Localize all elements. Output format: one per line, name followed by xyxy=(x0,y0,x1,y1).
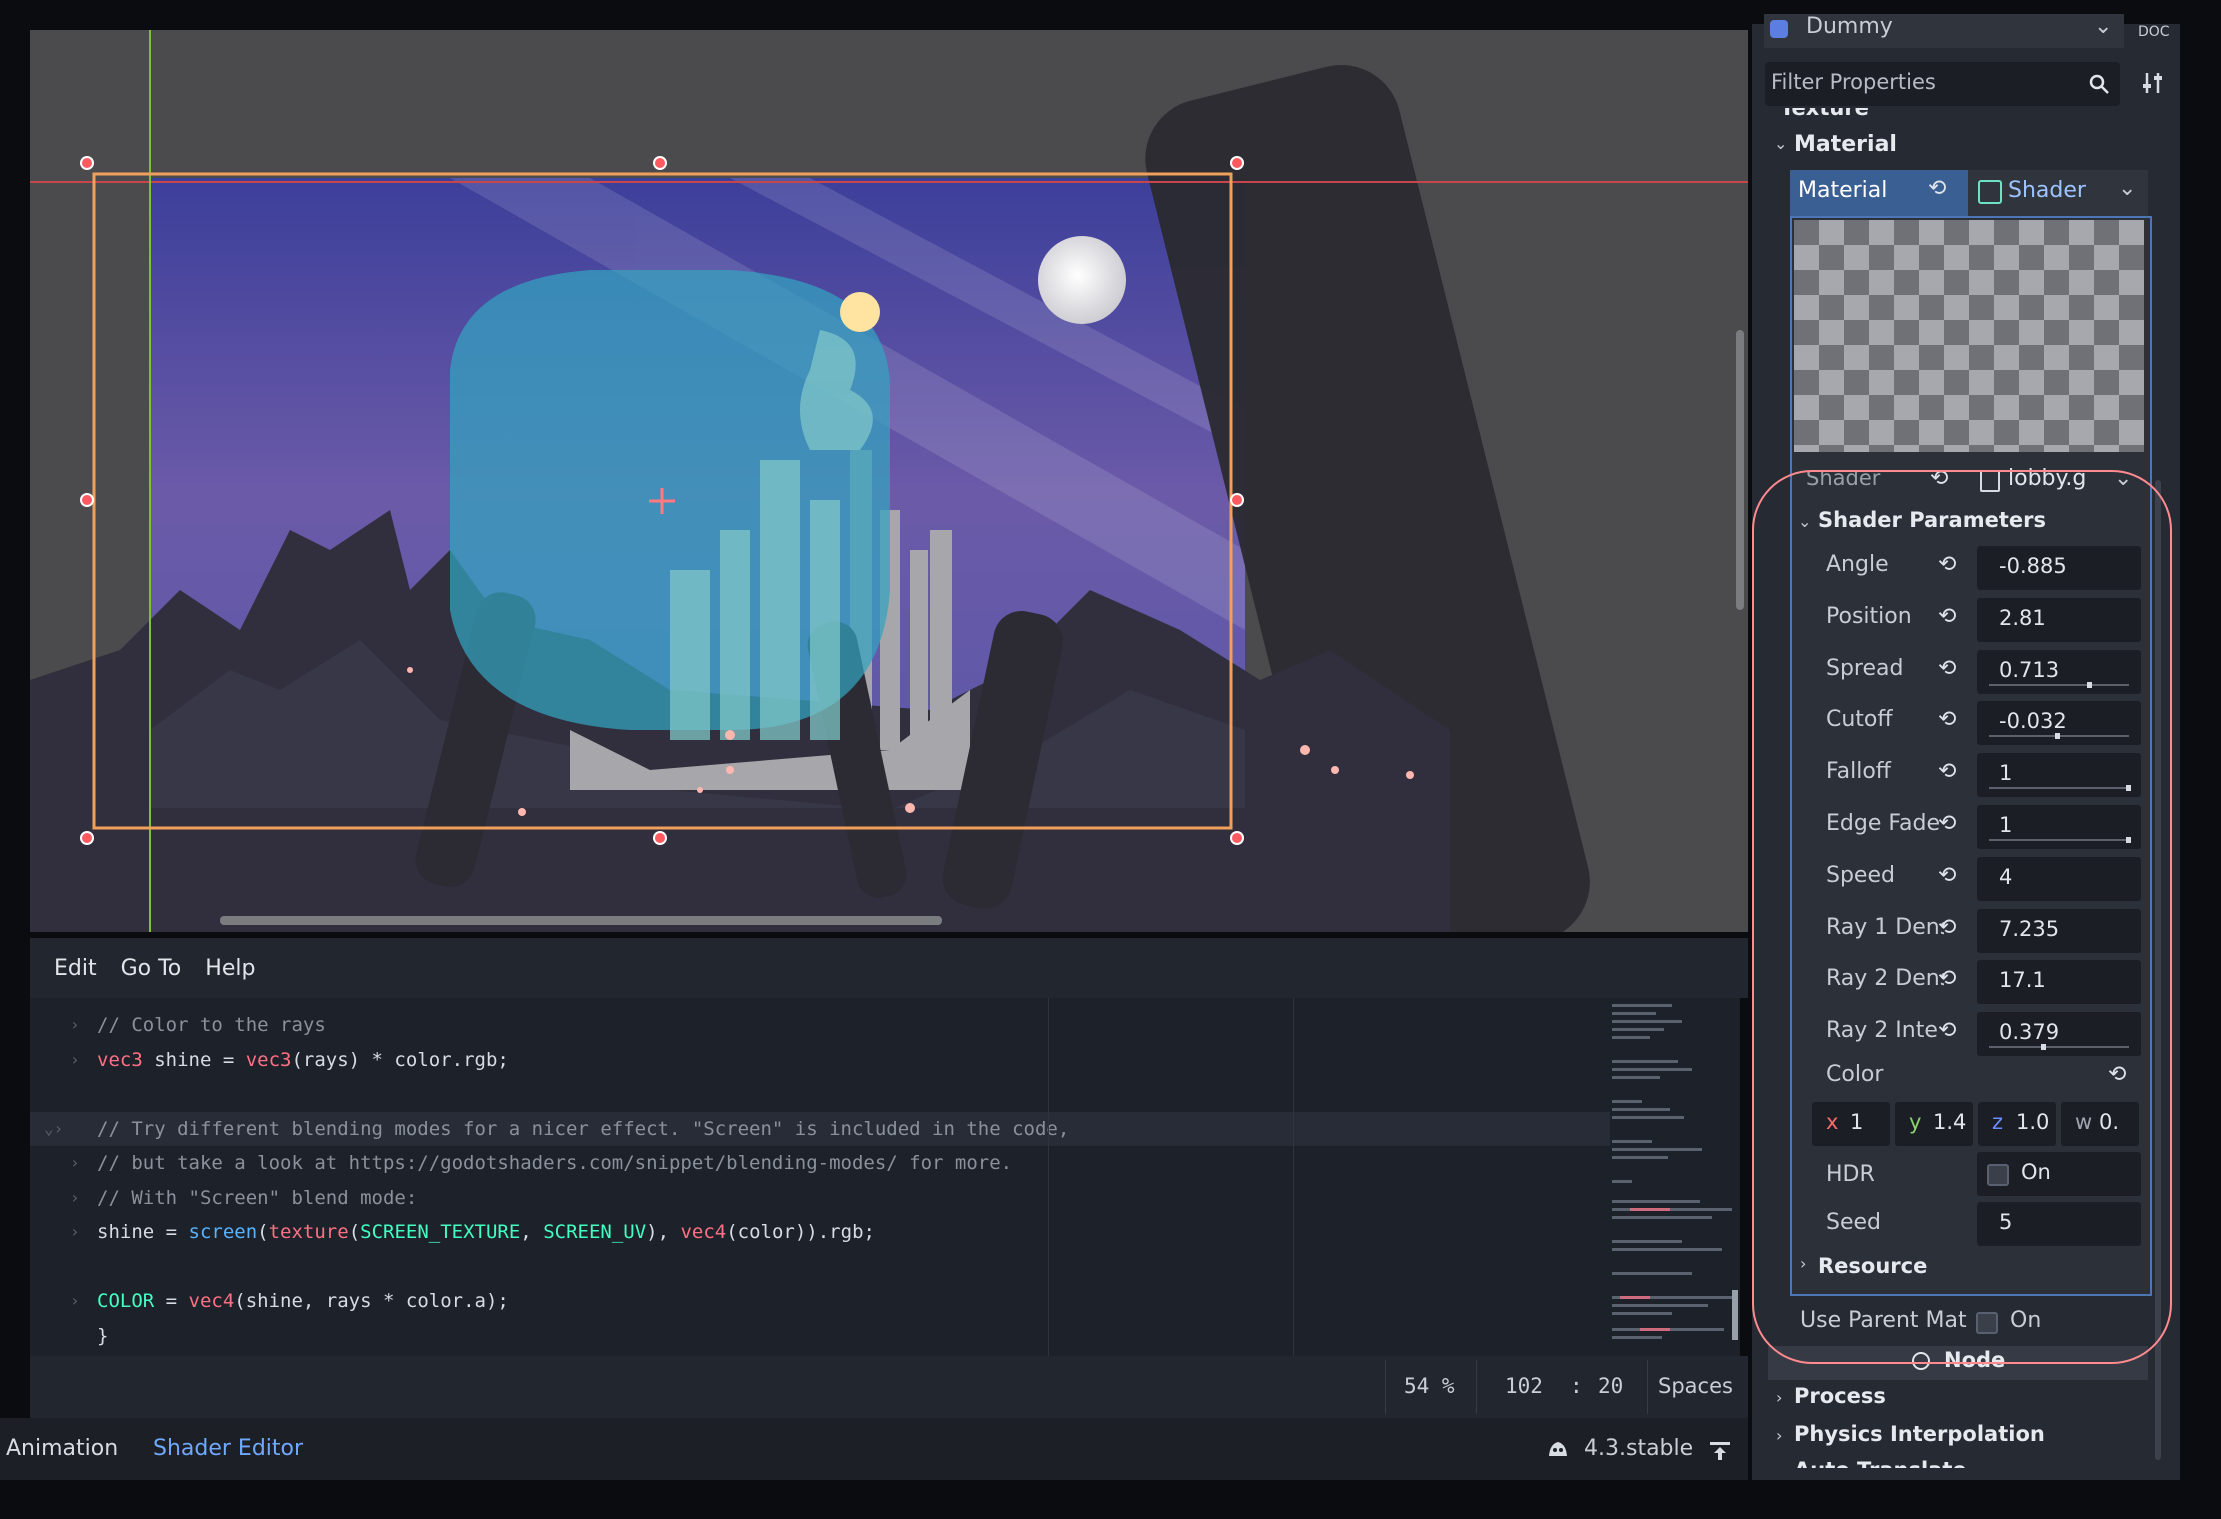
code-token: SCREEN_TEXTURE xyxy=(360,1221,521,1243)
code-line[interactable]: } xyxy=(30,1319,1610,1353)
code-line[interactable]: › COLOR = vec4(shine, rays * color.a); xyxy=(30,1284,1610,1318)
scene-viewport[interactable] xyxy=(30,30,1748,932)
material-expand-icon[interactable]: ⌄ xyxy=(1774,134,1787,153)
code-token: texture xyxy=(268,1221,349,1243)
code-token: } xyxy=(97,1324,109,1347)
tab-marker-icon: › xyxy=(70,1291,80,1310)
material-tab-label: Material xyxy=(1798,178,1888,203)
code-editor[interactable]: ›// Color to the rays › vec3 shine = vec3(… xyxy=(30,998,1740,1356)
code-token: // Try different blending modes for a ni… xyxy=(97,1117,1070,1140)
collapse-panel-icon[interactable] xyxy=(1708,1440,1732,1462)
section-material[interactable]: Material xyxy=(1794,132,1897,157)
material-reset-icon[interactable]: ⟲ xyxy=(1928,176,1946,201)
code-token: COLOR xyxy=(97,1290,155,1312)
tab-marker-icon: › xyxy=(70,1049,80,1069)
code-token: (color)).rgb; xyxy=(726,1221,875,1243)
resource-name: Dummy xyxy=(1806,14,1893,39)
section-physics-interpolation[interactable]: Physics Interpolation xyxy=(1794,1422,2045,1446)
process-expand-icon[interactable]: › xyxy=(1776,1388,1782,1407)
code-token: SCREEN_UV xyxy=(543,1221,647,1243)
code-token: // With "Screen" blend mode: xyxy=(97,1186,418,1209)
engine-version: 4.3.stable xyxy=(1584,1436,1694,1461)
shader-resource-picker[interactable]: Shader ⌄ xyxy=(1968,170,2148,216)
code-token: screen xyxy=(188,1221,258,1243)
code-token: vec4 xyxy=(680,1221,727,1243)
menu-help[interactable]: Help xyxy=(205,956,255,981)
code-token: // but take a look at https://godotshade… xyxy=(97,1152,1013,1174)
shader-editor-menu-bar: Edit Go To Help xyxy=(30,938,1748,998)
indent-mode[interactable]: Spaces xyxy=(1658,1374,1733,1398)
tab-marker-icon: › xyxy=(70,1187,80,1207)
docs-icon[interactable]: DOC xyxy=(2138,24,2170,40)
menu-goto[interactable]: Go To xyxy=(121,956,182,981)
editor-status-bar: 54 % 102 : 20 Spaces xyxy=(30,1356,1748,1418)
bottom-panel-bar: Animation Shader Editor 4.3.stable xyxy=(0,1418,1748,1480)
code-token: vec3 xyxy=(97,1048,143,1071)
code-token: (shine, rays * color.a); xyxy=(234,1290,509,1312)
tab-marker-icon: › xyxy=(70,1015,80,1034)
code-token: shine = xyxy=(142,1048,246,1071)
code-token: = xyxy=(154,1290,189,1312)
code-token: , xyxy=(520,1221,544,1243)
shader-tab-label: Shader xyxy=(2008,178,2086,203)
code-line[interactable]: › shine = screen(texture(SCREEN_TEXTURE, … xyxy=(30,1215,1610,1249)
code-line[interactable]: › // Color to the rays xyxy=(30,1008,1610,1042)
tab-marker-icon: › xyxy=(70,1222,80,1241)
code-minimap[interactable] xyxy=(1610,1000,1740,1345)
code-token: // Color to the rays xyxy=(97,1014,326,1036)
physics-expand-icon[interactable]: › xyxy=(1776,1426,1782,1445)
resource-icon xyxy=(1770,20,1788,38)
scene-canvas xyxy=(30,30,1748,932)
material-tab[interactable]: Material ⟲ xyxy=(1790,170,1968,216)
shader-file-icon xyxy=(1978,180,2002,204)
viewport-vertical-scrollbar[interactable] xyxy=(1736,330,1744,610)
cursor-sep: : xyxy=(1570,1374,1583,1398)
tab-shader-editor[interactable]: Shader Editor xyxy=(153,1436,303,1461)
code-token: (rays) * color.rgb; xyxy=(291,1048,509,1071)
filter-placeholder: Filter Properties xyxy=(1771,70,1936,94)
moon xyxy=(1038,236,1126,324)
sun-glyph xyxy=(840,292,880,332)
shader-dropdown-icon[interactable]: ⌄ xyxy=(2118,176,2136,201)
menu-edit[interactable]: Edit xyxy=(54,956,97,981)
code-token: ), xyxy=(646,1221,681,1243)
filter-properties-input[interactable]: Filter Properties xyxy=(1765,62,2120,106)
zoom-level[interactable]: 54 % xyxy=(1404,1374,1455,1398)
code-line[interactable]: ⌄› // Try different blending modes for a … xyxy=(30,1111,1610,1146)
code-line[interactable]: › // but take a look at https://godotshad… xyxy=(30,1146,1610,1180)
tab-animation[interactable]: Animation xyxy=(6,1436,130,1461)
code-token: ( xyxy=(348,1221,361,1243)
code-token: ( xyxy=(257,1221,269,1243)
godot-icon xyxy=(1549,1442,1567,1456)
section-process[interactable]: Process xyxy=(1794,1384,1886,1408)
cursor-line: 102 xyxy=(1505,1374,1543,1398)
code-line[interactable]: › vec3 shine = vec3(rays) * color.rgb; xyxy=(30,1043,1610,1077)
cursor-column: 20 xyxy=(1598,1374,1624,1398)
resource-dropdown-icon[interactable]: ⌄ xyxy=(2094,14,2112,39)
search-icon xyxy=(2089,74,2109,94)
code-token: vec4 xyxy=(188,1290,235,1312)
tab-marker-icon: › xyxy=(70,1153,80,1172)
material-preview xyxy=(1794,220,2144,452)
code-line[interactable]: › // With "Screen" blend mode: xyxy=(30,1181,1610,1215)
fold-arrow-icon[interactable]: ⌄› xyxy=(44,1112,63,1146)
viewport-horizontal-scrollbar[interactable] xyxy=(220,916,942,925)
property-options-icon[interactable] xyxy=(2140,70,2166,96)
code-token: shine = xyxy=(97,1221,189,1243)
code-token: vec3 xyxy=(245,1048,292,1071)
annotation-highlight xyxy=(1752,470,2172,1364)
